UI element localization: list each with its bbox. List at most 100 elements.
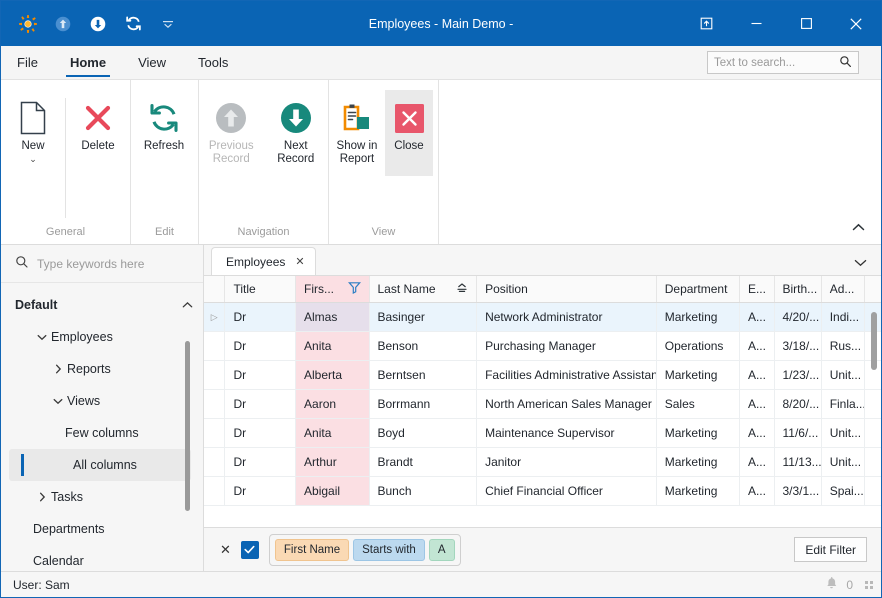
next-record-button[interactable]: Next Record	[264, 90, 329, 176]
table-cell[interactable]: 1/23/...	[775, 361, 822, 389]
show-in-report-button[interactable]: Show in Report	[329, 90, 385, 176]
table-cell[interactable]: Dr	[225, 390, 297, 418]
table-cell[interactable]: Purchasing Manager	[477, 332, 657, 360]
filter-icon[interactable]	[347, 281, 361, 297]
sidebar-item-calendar[interactable]: Calendar	[1, 545, 203, 571]
table-cell[interactable]: Janitor	[477, 448, 657, 476]
download-icon[interactable]	[87, 13, 109, 35]
table-cell[interactable]: Aaron	[296, 390, 370, 418]
refresh-button[interactable]: Refresh	[131, 90, 197, 176]
table-cell[interactable]: Facilities Administrative Assistant	[477, 361, 657, 389]
maximize-icon[interactable]	[781, 1, 831, 46]
sidebar-item-tasks[interactable]: Tasks	[1, 481, 203, 513]
table-cell[interactable]: Spai...	[822, 477, 865, 505]
table-cell[interactable]: Dr	[225, 332, 297, 360]
table-cell[interactable]: Dr	[225, 361, 297, 389]
chevron-up-icon[interactable]	[182, 298, 193, 312]
document-tab-employees[interactable]: Employees ✕	[211, 247, 316, 275]
table-cell[interactable]: Abigail	[296, 477, 370, 505]
table-cell[interactable]: A...	[740, 303, 775, 331]
chevron-down-icon[interactable]: ⌄	[29, 154, 37, 165]
app-logo-icon[interactable]	[17, 13, 39, 35]
refresh-icon[interactable]	[122, 13, 144, 35]
ribbon-collapse-chevron-icon[interactable]	[847, 216, 869, 238]
table-row[interactable]: Dr Anita Boyd Maintenance Supervisor Marketi…	[204, 419, 881, 448]
table-cell[interactable]: Berntsen	[370, 361, 478, 389]
table-cell[interactable]: Sales	[657, 390, 740, 418]
filter-token-operator[interactable]: Starts with	[353, 538, 425, 561]
table-cell[interactable]: Indi...	[822, 303, 865, 331]
table-cell[interactable]: Network Administrator	[477, 303, 657, 331]
sidebar-search-input[interactable]: Type keywords here	[1, 245, 203, 283]
table-cell[interactable]: Marketing	[657, 448, 740, 476]
table-cell[interactable]: Dr	[225, 419, 297, 447]
table-cell[interactable]: 3/3/1...	[775, 477, 822, 505]
chevron-right-icon[interactable]	[33, 492, 51, 502]
sidebar-scrollbar[interactable]	[185, 341, 190, 511]
table-cell[interactable]: Chief Financial Officer	[477, 477, 657, 505]
table-cell[interactable]: Dr	[225, 477, 297, 505]
chevron-right-icon[interactable]	[49, 364, 67, 374]
edit-filter-button[interactable]: Edit Filter	[794, 537, 867, 562]
table-cell[interactable]: Brandt	[370, 448, 478, 476]
table-cell[interactable]: Arthur	[296, 448, 370, 476]
filter-token-value[interactable]: A	[428, 538, 455, 561]
table-cell[interactable]: Almas	[296, 303, 370, 331]
close-button[interactable]: Close	[385, 90, 433, 176]
table-cell[interactable]: Marketing	[657, 361, 740, 389]
bell-icon[interactable]	[825, 576, 838, 593]
delete-button[interactable]: Delete	[66, 90, 130, 176]
table-cell[interactable]: Dr	[225, 448, 297, 476]
resize-grip-icon[interactable]	[865, 580, 873, 589]
upload-icon[interactable]	[52, 13, 74, 35]
minimize-icon[interactable]	[731, 1, 781, 46]
table-cell[interactable]: Operations	[657, 332, 740, 360]
ribbon-tab-file[interactable]: File	[1, 46, 54, 79]
table-cell[interactable]: Maintenance Supervisor	[477, 419, 657, 447]
table-cell[interactable]: A...	[740, 361, 775, 389]
table-cell[interactable]: Unit...	[822, 361, 865, 389]
table-cell[interactable]: Basinger	[370, 303, 478, 331]
table-cell[interactable]: 11/13...	[775, 448, 822, 476]
table-cell[interactable]: Rus...	[822, 332, 865, 360]
ribbon-tab-tools[interactable]: Tools	[182, 46, 244, 79]
filter-token-field[interactable]: First Name	[274, 538, 350, 561]
table-cell[interactable]: A...	[740, 390, 775, 418]
close-icon[interactable]	[831, 1, 881, 46]
grid-column-header-last-name[interactable]: Last Name	[370, 276, 478, 302]
sidebar-item-default[interactable]: Default	[1, 289, 203, 321]
search-input[interactable]: Text to search...	[707, 51, 859, 74]
filter-close-icon[interactable]: ✕	[220, 542, 231, 558]
table-cell[interactable]: Unit...	[822, 419, 865, 447]
table-cell[interactable]: A...	[740, 332, 775, 360]
grid-column-header-email[interactable]: E...	[740, 276, 775, 302]
chevron-down-icon[interactable]	[49, 398, 67, 405]
table-cell[interactable]: Marketing	[657, 477, 740, 505]
table-cell[interactable]: Marketing	[657, 419, 740, 447]
table-cell[interactable]: A...	[740, 448, 775, 476]
grid-column-header-birthday[interactable]: Birth...	[775, 276, 822, 302]
table-cell[interactable]: 11/6/...	[775, 419, 822, 447]
sidebar-item-all-columns[interactable]: All columns	[9, 449, 191, 481]
sidebar-item-departments[interactable]: Departments	[1, 513, 203, 545]
filter-enabled-checkbox[interactable]	[240, 540, 259, 559]
table-cell[interactable]: Boyd	[370, 419, 478, 447]
close-icon[interactable]: ✕	[295, 255, 304, 268]
table-cell[interactable]: Alberta	[296, 361, 370, 389]
restore-down-icon[interactable]	[681, 1, 731, 46]
table-cell[interactable]: Dr	[225, 303, 297, 331]
grid-column-header-department[interactable]: Department	[657, 276, 740, 302]
table-cell[interactable]: Finla...	[822, 390, 865, 418]
sidebar-item-reports[interactable]: Reports	[1, 353, 203, 385]
document-tab-menu-chevron-icon[interactable]	[854, 256, 867, 270]
new-button[interactable]: New ⌄	[1, 90, 65, 176]
table-row[interactable]: Dr Arthur Brandt Janitor Marketing A... 11/13.…	[204, 448, 881, 477]
chevron-down-icon[interactable]	[33, 334, 51, 341]
ribbon-tab-home[interactable]: Home	[54, 46, 122, 79]
grid-column-header-first-name[interactable]: Firs...	[296, 276, 370, 302]
table-cell[interactable]: 4/20/...	[775, 303, 822, 331]
grid-column-header-position[interactable]: Position	[477, 276, 657, 302]
table-row[interactable]: Dr Anita Benson Purchasing Manager Operation…	[204, 332, 881, 361]
table-cell[interactable]: A...	[740, 477, 775, 505]
table-cell[interactable]: Anita	[296, 332, 370, 360]
